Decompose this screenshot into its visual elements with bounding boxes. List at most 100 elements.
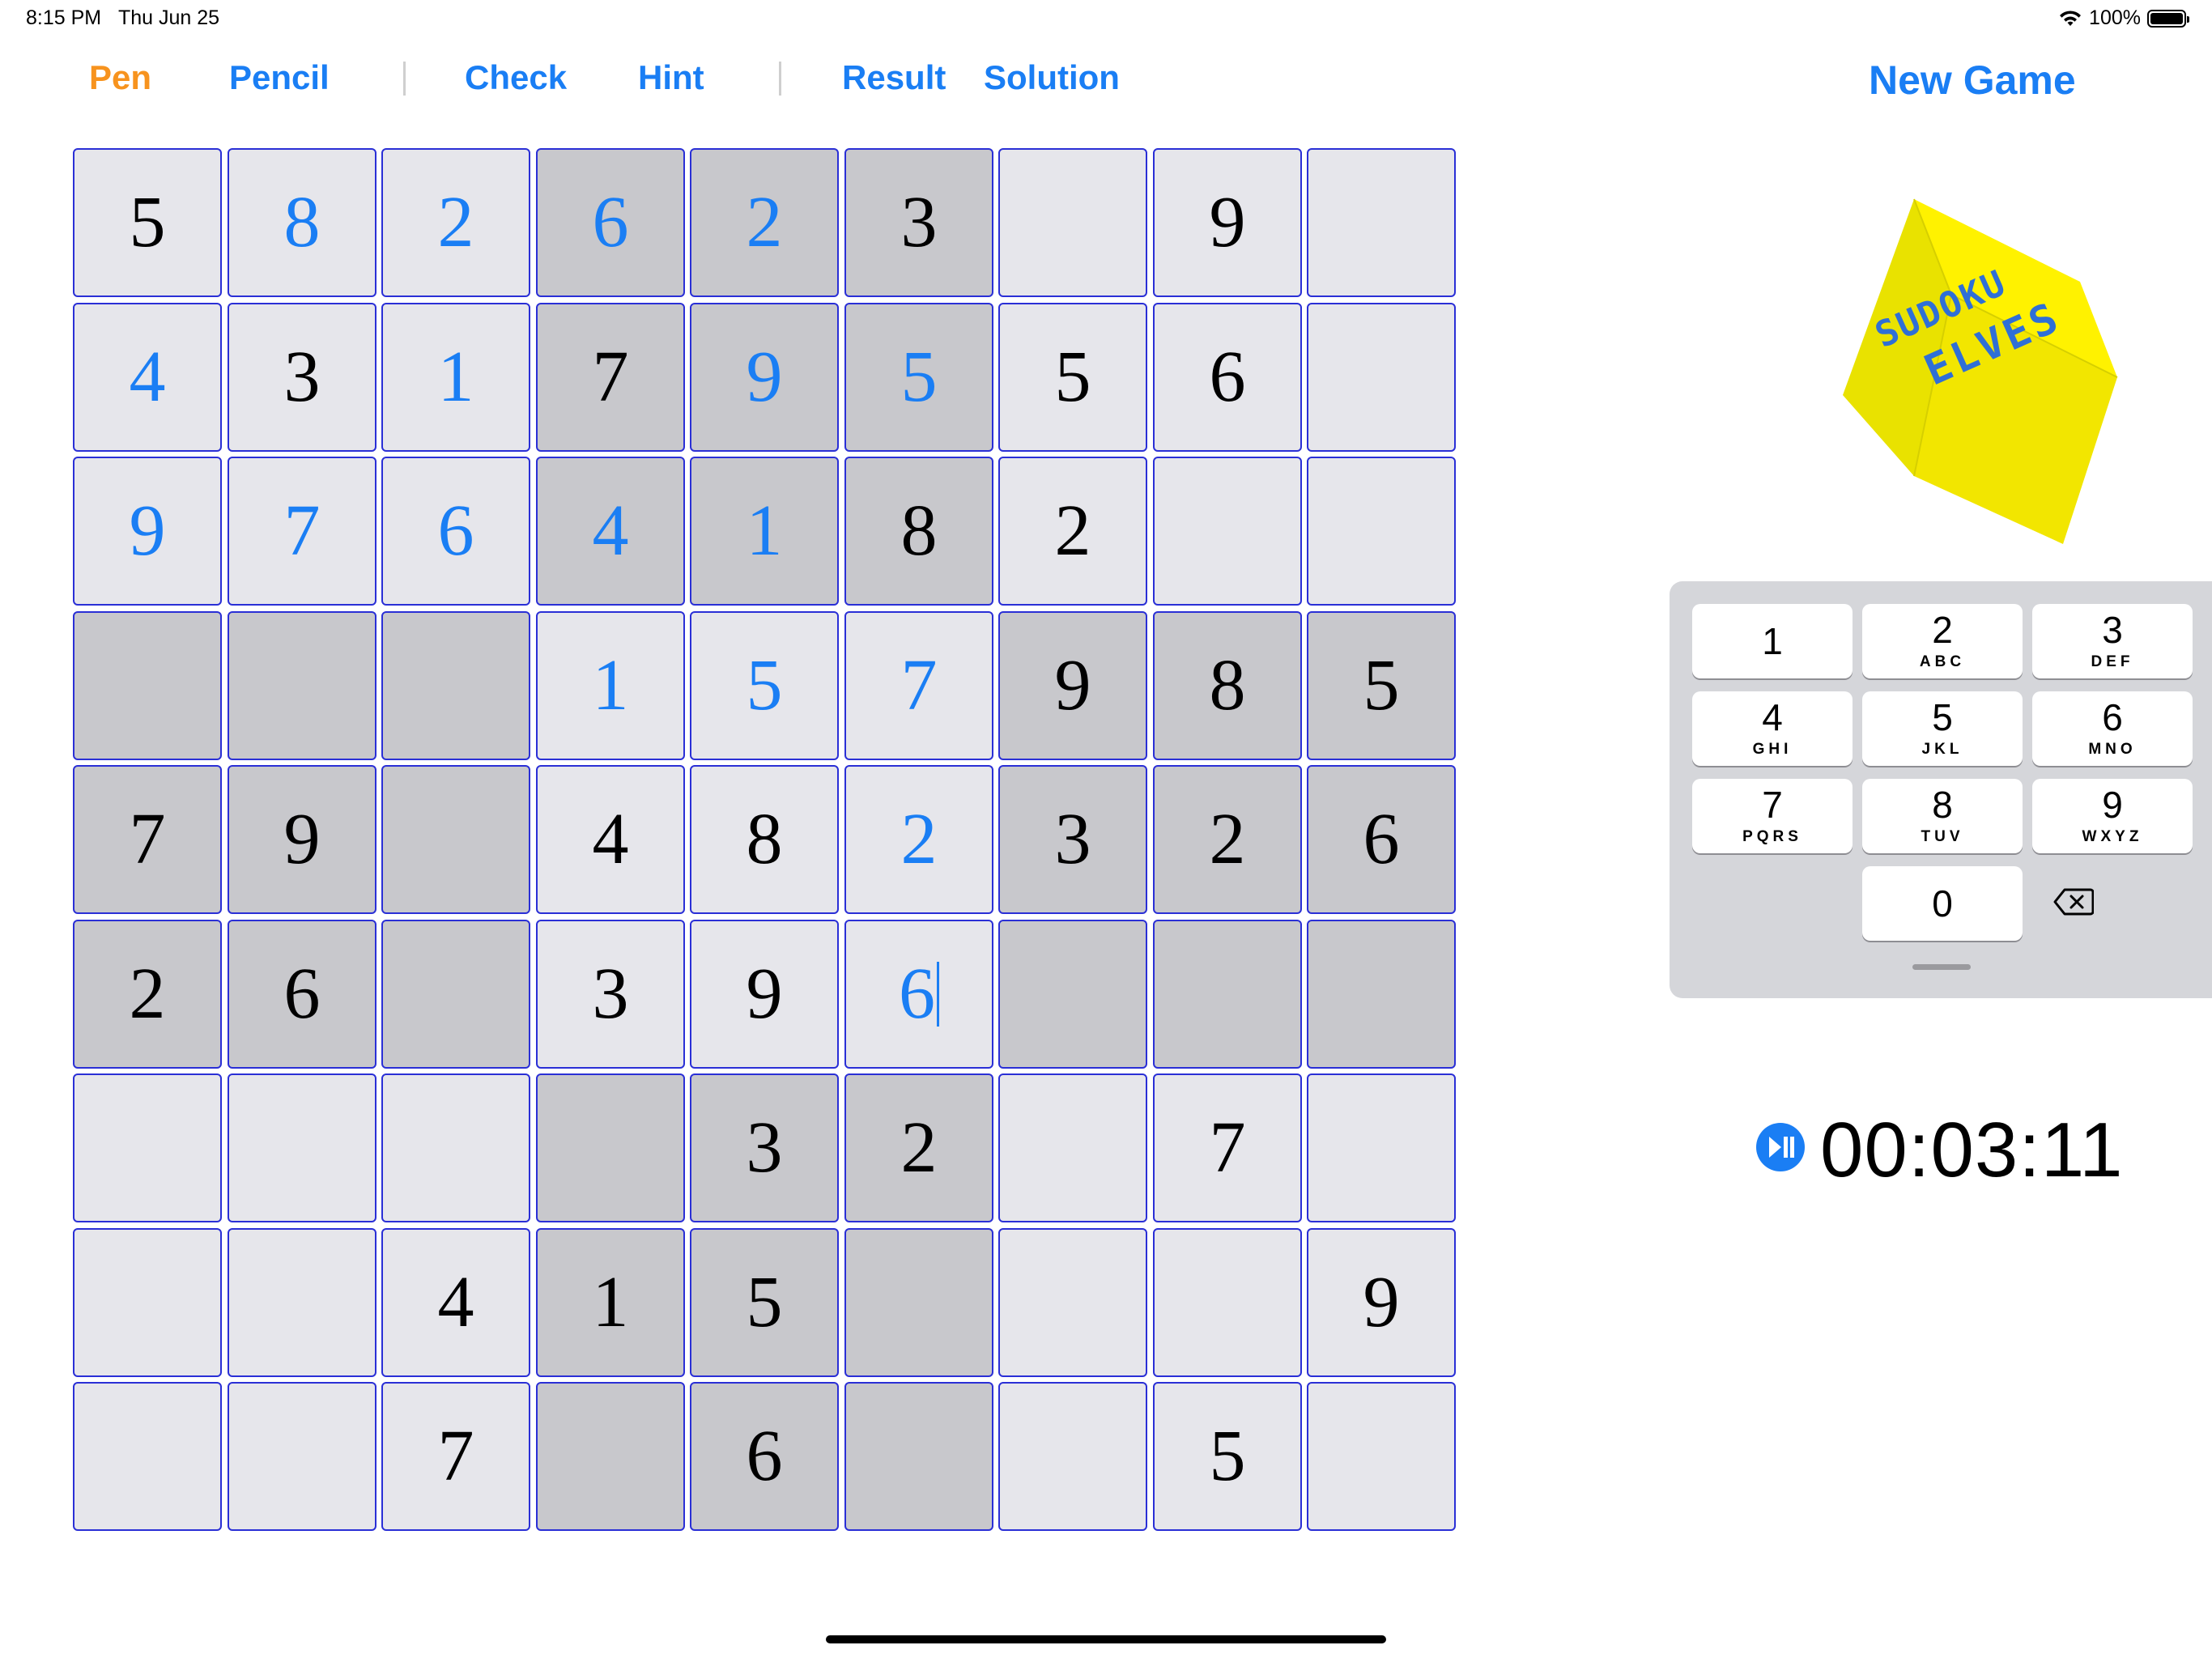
sudoku-cell[interactable]: 9 (1153, 148, 1302, 297)
sudoku-cell[interactable]: 6 (844, 920, 993, 1069)
sudoku-cell[interactable] (1307, 457, 1456, 606)
keypad-key-9[interactable]: 9 WXYZ (2032, 779, 2193, 853)
sudoku-cell[interactable] (1307, 1073, 1456, 1222)
keypad-key-8[interactable]: 8 TUV (1862, 779, 2023, 853)
sudoku-cell[interactable] (844, 1228, 993, 1377)
sudoku-cell[interactable]: 4 (536, 765, 685, 914)
sudoku-cell[interactable]: 5 (1307, 611, 1456, 760)
keypad-key-6[interactable]: 6 MNO (2032, 691, 2193, 766)
sudoku-cell[interactable] (998, 1073, 1147, 1222)
sudoku-cell[interactable]: 3 (998, 765, 1147, 914)
sudoku-cell[interactable]: 8 (228, 148, 376, 297)
keypad-key-1[interactable]: 1 (1692, 604, 1853, 678)
sudoku-cell[interactable]: 2 (998, 457, 1147, 606)
check-button[interactable]: Check (465, 58, 567, 97)
sudoku-cell[interactable] (1153, 1228, 1302, 1377)
sudoku-cell[interactable]: 6 (381, 457, 530, 606)
sudoku-cell[interactable]: 7 (1153, 1073, 1302, 1222)
sudoku-cell[interactable]: 3 (536, 920, 685, 1069)
result-button[interactable]: Result (842, 58, 946, 97)
sudoku-cell[interactable] (998, 1382, 1147, 1531)
sudoku-cell[interactable] (1307, 1382, 1456, 1531)
keypad-key-3[interactable]: 3 DEF (2032, 604, 2193, 678)
sudoku-cell[interactable] (998, 148, 1147, 297)
sudoku-cell[interactable] (73, 1073, 222, 1222)
sudoku-cell[interactable]: 1 (536, 1228, 685, 1377)
sudoku-cell[interactable]: 5 (73, 148, 222, 297)
sudoku-cell[interactable]: 2 (844, 765, 993, 914)
sudoku-cell[interactable] (228, 611, 376, 760)
pen-button[interactable]: Pen (89, 58, 151, 97)
keypad-key-4[interactable]: 4 GHI (1692, 691, 1853, 766)
sudoku-cell[interactable]: 5 (844, 303, 993, 452)
sudoku-cell[interactable]: 2 (690, 148, 839, 297)
hint-button[interactable]: Hint (638, 58, 704, 97)
keypad-key-5[interactable]: 5 JKL (1862, 691, 2023, 766)
sudoku-cell[interactable] (1153, 457, 1302, 606)
keypad-key-0[interactable]: 0 (1862, 866, 2023, 941)
sudoku-cell[interactable]: 3 (228, 303, 376, 452)
sudoku-cell[interactable]: 8 (1153, 611, 1302, 760)
sudoku-cell[interactable]: 5 (1153, 1382, 1302, 1531)
sudoku-cell[interactable]: 9 (228, 765, 376, 914)
sudoku-cell[interactable] (228, 1228, 376, 1377)
sudoku-cell[interactable]: 1 (690, 457, 839, 606)
keypad-key-7[interactable]: 7 PQRS (1692, 779, 1853, 853)
sudoku-cell[interactable]: 9 (73, 457, 222, 606)
sudoku-cell[interactable]: 3 (844, 148, 993, 297)
sudoku-cell[interactable]: 6 (690, 1382, 839, 1531)
sudoku-cell[interactable] (998, 920, 1147, 1069)
sudoku-cell[interactable]: 2 (1153, 765, 1302, 914)
sudoku-cell[interactable]: 8 (690, 765, 839, 914)
play-pause-icon[interactable] (1755, 1122, 1806, 1172)
sudoku-cell[interactable]: 7 (228, 457, 376, 606)
sudoku-cell[interactable]: 9 (690, 920, 839, 1069)
keypad-key-2[interactable]: 2 ABC (1862, 604, 2023, 678)
sudoku-cell[interactable] (228, 1382, 376, 1531)
sudoku-cell[interactable]: 1 (381, 303, 530, 452)
sudoku-cell[interactable]: 3 (690, 1073, 839, 1222)
sudoku-cell[interactable] (381, 1073, 530, 1222)
sudoku-cell[interactable] (381, 611, 530, 760)
sudoku-cell[interactable]: 6 (1153, 303, 1302, 452)
home-indicator[interactable] (826, 1635, 1386, 1643)
sudoku-cell[interactable]: 5 (690, 611, 839, 760)
sudoku-cell[interactable] (536, 1382, 685, 1531)
new-game-button[interactable]: New Game (1869, 57, 2076, 104)
sudoku-cell[interactable] (1307, 303, 1456, 452)
sudoku-cell[interactable] (536, 1073, 685, 1222)
sudoku-cell[interactable]: 2 (73, 920, 222, 1069)
sudoku-cell[interactable]: 9 (1307, 1228, 1456, 1377)
sudoku-cell[interactable]: 7 (381, 1382, 530, 1531)
solution-button[interactable]: Solution (984, 58, 1120, 97)
sudoku-cell[interactable] (381, 765, 530, 914)
sudoku-cell[interactable]: 4 (381, 1228, 530, 1377)
sudoku-cell[interactable] (73, 1228, 222, 1377)
sudoku-cell[interactable] (73, 1382, 222, 1531)
sudoku-cell[interactable]: 1 (536, 611, 685, 760)
sudoku-cell[interactable]: 5 (998, 303, 1147, 452)
sudoku-cell[interactable]: 7 (73, 765, 222, 914)
delete-key[interactable] (2029, 886, 2118, 918)
sudoku-cell[interactable]: 4 (536, 457, 685, 606)
sudoku-cell[interactable] (1153, 920, 1302, 1069)
sudoku-cell[interactable] (381, 920, 530, 1069)
sudoku-cell[interactable] (998, 1228, 1147, 1377)
sudoku-cell[interactable]: 2 (381, 148, 530, 297)
sudoku-cell[interactable]: 6 (228, 920, 376, 1069)
sudoku-cell[interactable]: 7 (844, 611, 993, 760)
sudoku-cell[interactable]: 9 (690, 303, 839, 452)
sudoku-cell[interactable]: 9 (998, 611, 1147, 760)
sudoku-cell[interactable]: 5 (690, 1228, 839, 1377)
pencil-button[interactable]: Pencil (229, 58, 330, 97)
sudoku-cell[interactable] (844, 1382, 993, 1531)
sudoku-cell[interactable]: 2 (844, 1073, 993, 1222)
sudoku-cell[interactable]: 7 (536, 303, 685, 452)
sudoku-cell[interactable] (1307, 920, 1456, 1069)
sudoku-cell[interactable]: 6 (1307, 765, 1456, 914)
sudoku-cell[interactable]: 4 (73, 303, 222, 452)
sudoku-cell[interactable] (1307, 148, 1456, 297)
sudoku-cell[interactable]: 6 (536, 148, 685, 297)
sudoku-cell[interactable] (228, 1073, 376, 1222)
sudoku-cell[interactable] (73, 611, 222, 760)
